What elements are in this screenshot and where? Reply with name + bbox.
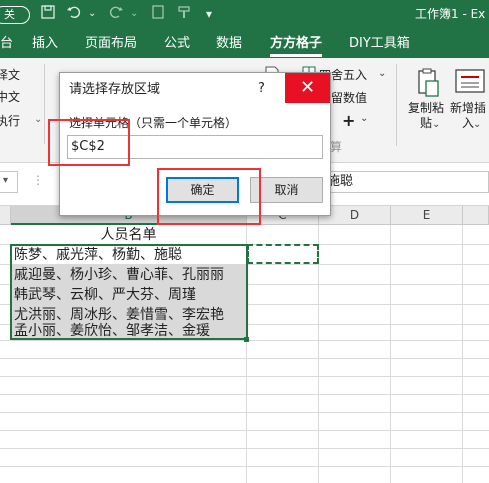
annotation-highlight-input: [48, 119, 130, 166]
ribbon-group-label: 算: [330, 140, 343, 154]
new-insert-icon[interactable]: [455, 68, 485, 99]
name-box-dropdown-icon[interactable]: ▾: [3, 175, 8, 186]
name-box[interactable]: ▾: [0, 171, 18, 193]
save-icon[interactable]: [40, 4, 56, 25]
tab-insert[interactable]: 插入: [32, 36, 58, 52]
format-painter-icon[interactable]: [176, 4, 192, 25]
clipboard-icon[interactable]: [150, 4, 166, 25]
undo-dropdown-icon[interactable]: ⌄: [88, 4, 96, 24]
round-dropdown-icon[interactable]: ⌄: [378, 68, 386, 79]
table-row[interactable]: 戚迎曼、杨小珍、曹心菲、孔丽丽: [11, 265, 246, 285]
autosave-toggle-label: 关: [4, 8, 15, 21]
table-row[interactable]: 孟小丽、姜欣怡、邹孝洁、金瑗: [11, 321, 246, 341]
redo-dropdown-icon[interactable]: ⌄: [130, 4, 138, 24]
execute-dropdown-icon[interactable]: ⌄: [34, 114, 42, 125]
close-button[interactable]: ✕: [285, 73, 330, 103]
gridline: [0, 430, 489, 431]
target-cell-c2-marquee: [247, 244, 319, 264]
select-all-corner[interactable]: [0, 206, 11, 225]
ribbon-item-translate[interactable]: 译文: [0, 68, 20, 82]
plus-icon[interactable]: +: [342, 111, 355, 130]
gridline: [0, 448, 489, 449]
ribbon-item-chinese[interactable]: 中文: [0, 90, 20, 104]
new-insert-dropdown-icon[interactable]: ⌄: [473, 119, 481, 130]
gridline: [0, 466, 489, 467]
ribbon-divider-2: [396, 64, 397, 146]
formula-bar-grip-icon: ⋮: [32, 173, 44, 187]
tab-data[interactable]: 数据: [216, 36, 242, 52]
ribbon-tabs: 台 插入 页面布局 公式 数据 方方格子 DIY工具箱: [0, 30, 489, 58]
undo-icon[interactable]: [66, 4, 82, 25]
gridline: [0, 412, 489, 413]
ribbon-item-execute[interactable]: 执行: [0, 114, 20, 128]
gridline: [0, 394, 489, 395]
fill-handle[interactable]: [244, 337, 249, 342]
gridline: [0, 376, 489, 377]
formula-input[interactable]: 施聪: [320, 171, 489, 193]
autosave-toggle[interactable]: 关: [0, 6, 30, 24]
help-button[interactable]: ?: [258, 81, 265, 97]
workbook-title: 工作簿1 - Ex: [415, 7, 486, 21]
tab-home[interactable]: 台: [0, 36, 13, 52]
column-header-f[interactable]: [463, 206, 489, 225]
table-row[interactable]: 韩武琴、云柳、严大芬、周瑾: [11, 285, 246, 305]
plus-dropdown-icon[interactable]: ⌄: [360, 113, 368, 124]
table-row[interactable]: 陈梦、戚光萍、杨勤、施聪: [11, 245, 246, 265]
redo-icon[interactable]: [108, 4, 124, 25]
worksheet-grid[interactable]: B C D E 人员名单 陈梦、戚光萍、杨勤、施聪 戚迎曼、杨小珍、曹心菲、孔丽…: [0, 206, 489, 483]
table-header-cell[interactable]: 人员名单: [11, 225, 246, 245]
ribbon-divider: [44, 64, 45, 144]
tab-formulas[interactable]: 公式: [164, 36, 190, 52]
dialog-title: 请选择存放区域: [69, 82, 161, 97]
copy-paste-icon[interactable]: [414, 68, 440, 101]
column-header-e[interactable]: E: [391, 206, 463, 225]
copy-paste-dropdown-icon[interactable]: ⌄: [432, 119, 440, 130]
gridline: [0, 358, 489, 359]
title-bar: 关 ⌄ ⌄ ▾ 工作簿1 - Ex: [0, 0, 489, 30]
tab-diy-toolbox[interactable]: DIY工具箱: [349, 36, 410, 52]
customize-toolbar-icon[interactable]: ▾: [206, 4, 212, 24]
tab-page-layout[interactable]: 页面布局: [85, 36, 137, 52]
tab-fangfanggezi[interactable]: 方方格子: [270, 36, 323, 57]
annotation-highlight-ok: [157, 168, 261, 225]
